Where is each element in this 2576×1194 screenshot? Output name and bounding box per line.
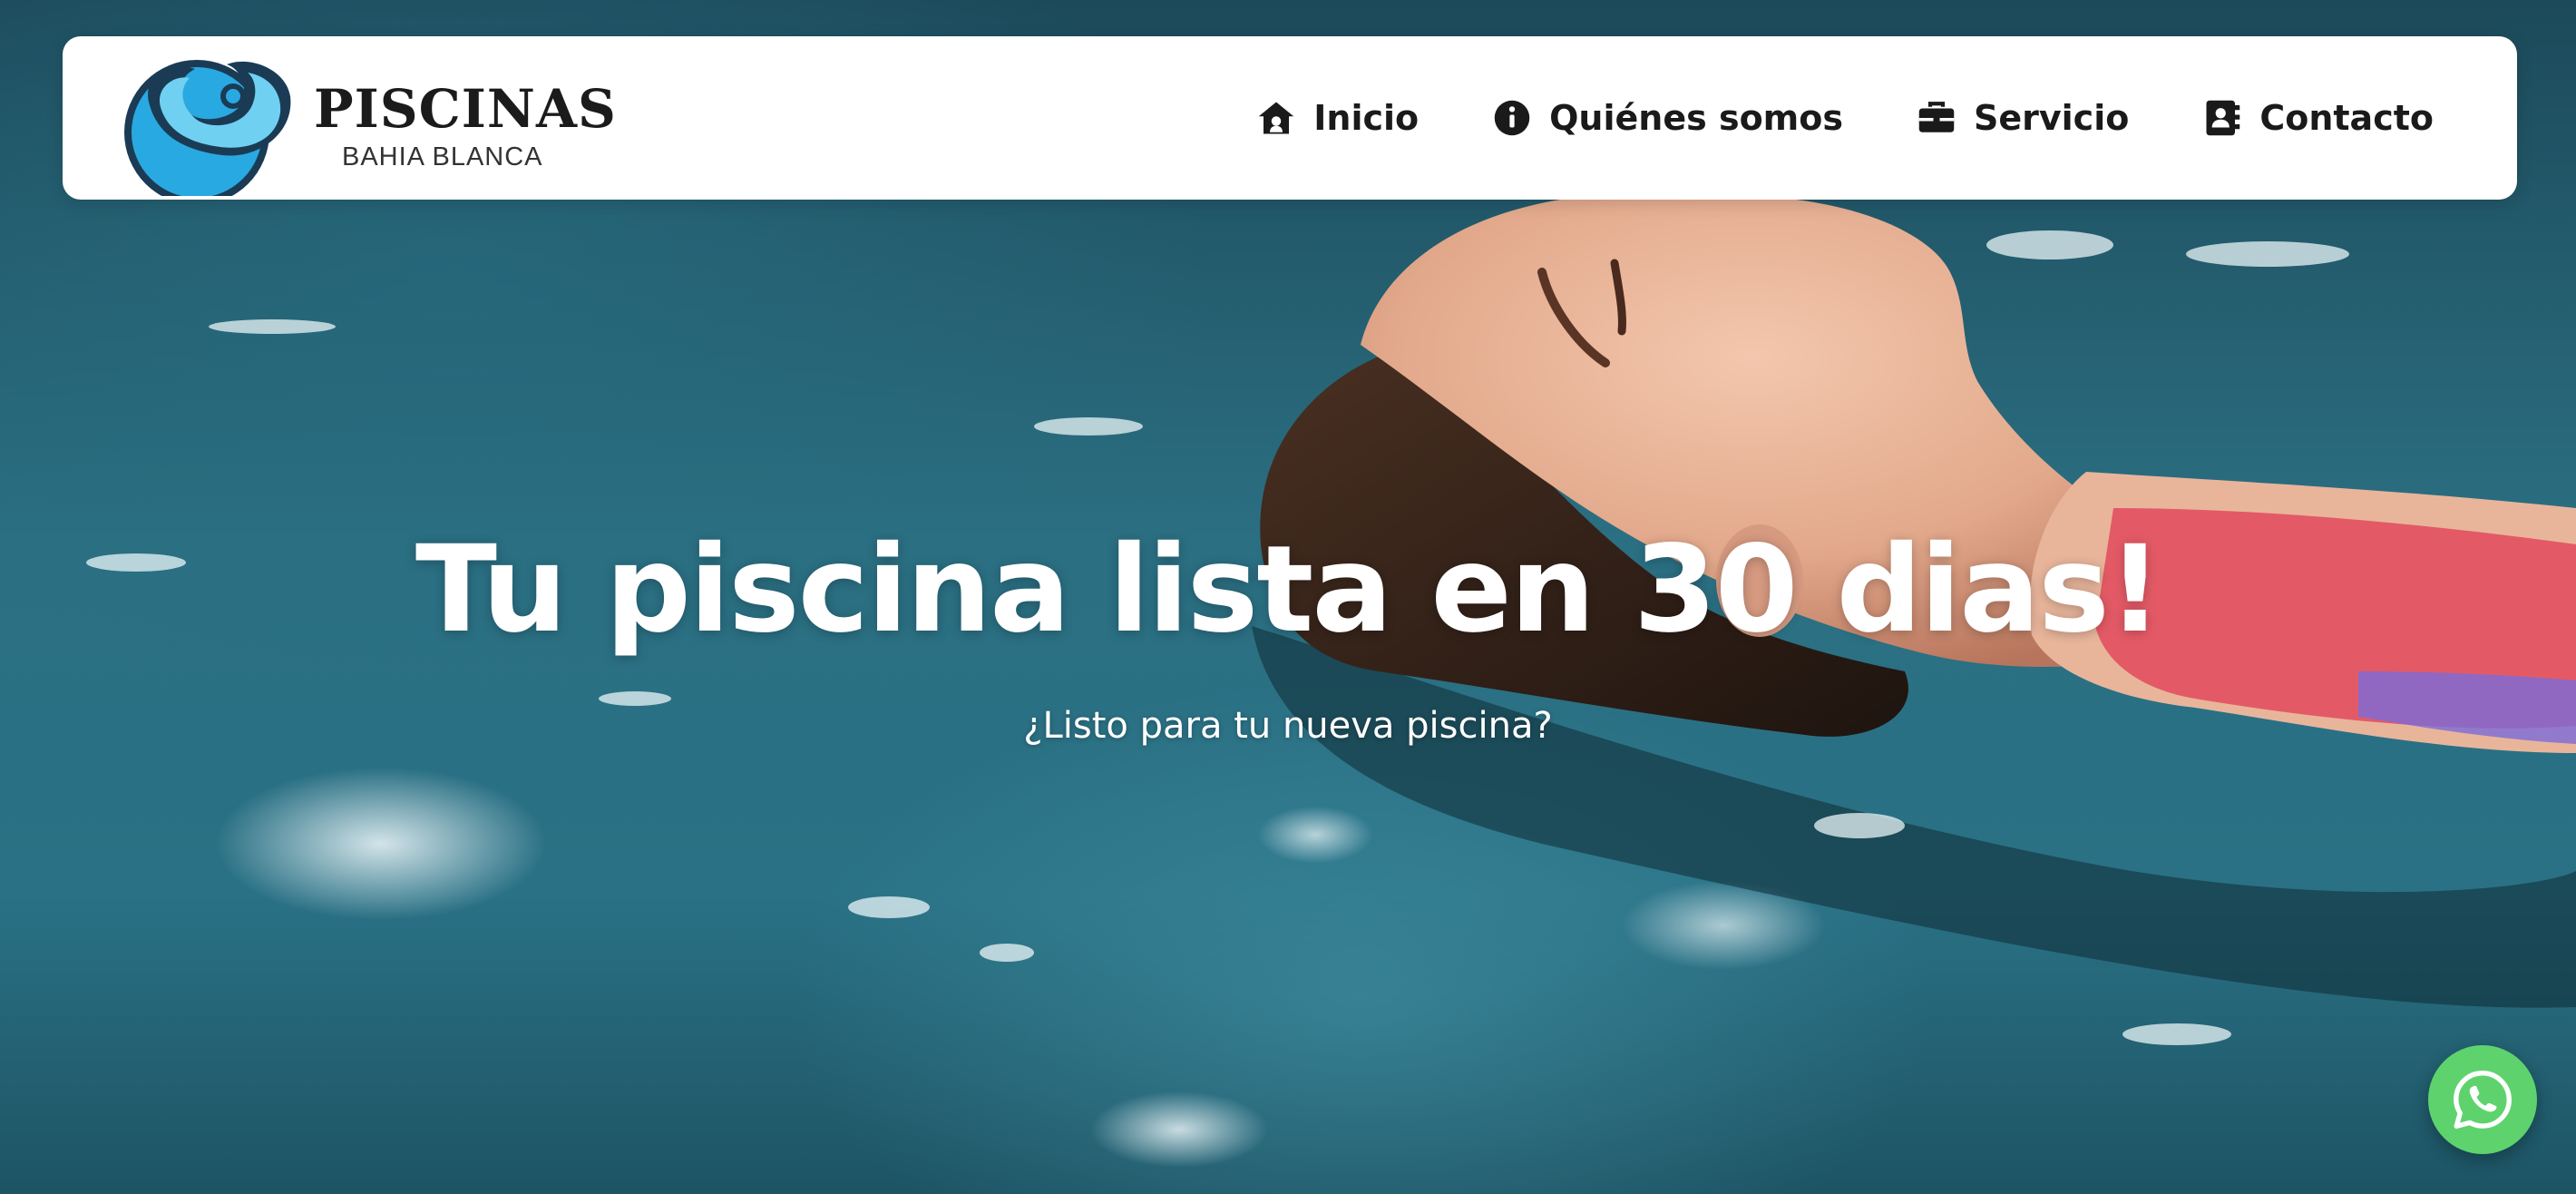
- info-circle-icon: [1493, 99, 1531, 137]
- address-book-icon: [2203, 99, 2241, 137]
- brand-subtitle: BAHIA BLANCA: [342, 142, 543, 171]
- nav-item-inicio[interactable]: Inicio: [1257, 98, 1419, 138]
- nav-item-label: Contacto: [2259, 98, 2434, 138]
- nav-item-servicio[interactable]: Servicio: [1917, 98, 2129, 138]
- hero-title: Tu piscina lista en 30 dias!: [415, 520, 2162, 660]
- house-icon: [1257, 99, 1295, 137]
- nav-item-label: Inicio: [1313, 98, 1420, 138]
- brand-logo[interactable]: PISCINAS BAHIA BLANCA: [113, 42, 621, 196]
- main-nav: Inicio Quiénes somos Servicio Contacto: [1257, 36, 2434, 200]
- nav-item-contacto[interactable]: Contacto: [2203, 98, 2434, 138]
- nav-item-label: Quiénes somos: [1549, 98, 1843, 138]
- whatsapp-icon: [2454, 1071, 2512, 1129]
- hero-subtitle: ¿Listo para tu nueva piscina?: [1023, 705, 1553, 747]
- nav-item-quienes-somos[interactable]: Quiénes somos: [1493, 98, 1843, 138]
- wave-logo-icon: [124, 60, 291, 196]
- nav-item-label: Servicio: [1974, 98, 2130, 138]
- whatsapp-button[interactable]: [2428, 1045, 2537, 1154]
- briefcase-icon: [1917, 99, 1956, 137]
- brand-name: PISCINAS: [314, 78, 617, 140]
- site-header: PISCINAS BAHIA BLANCA Inicio Quiénes som…: [63, 36, 2517, 200]
